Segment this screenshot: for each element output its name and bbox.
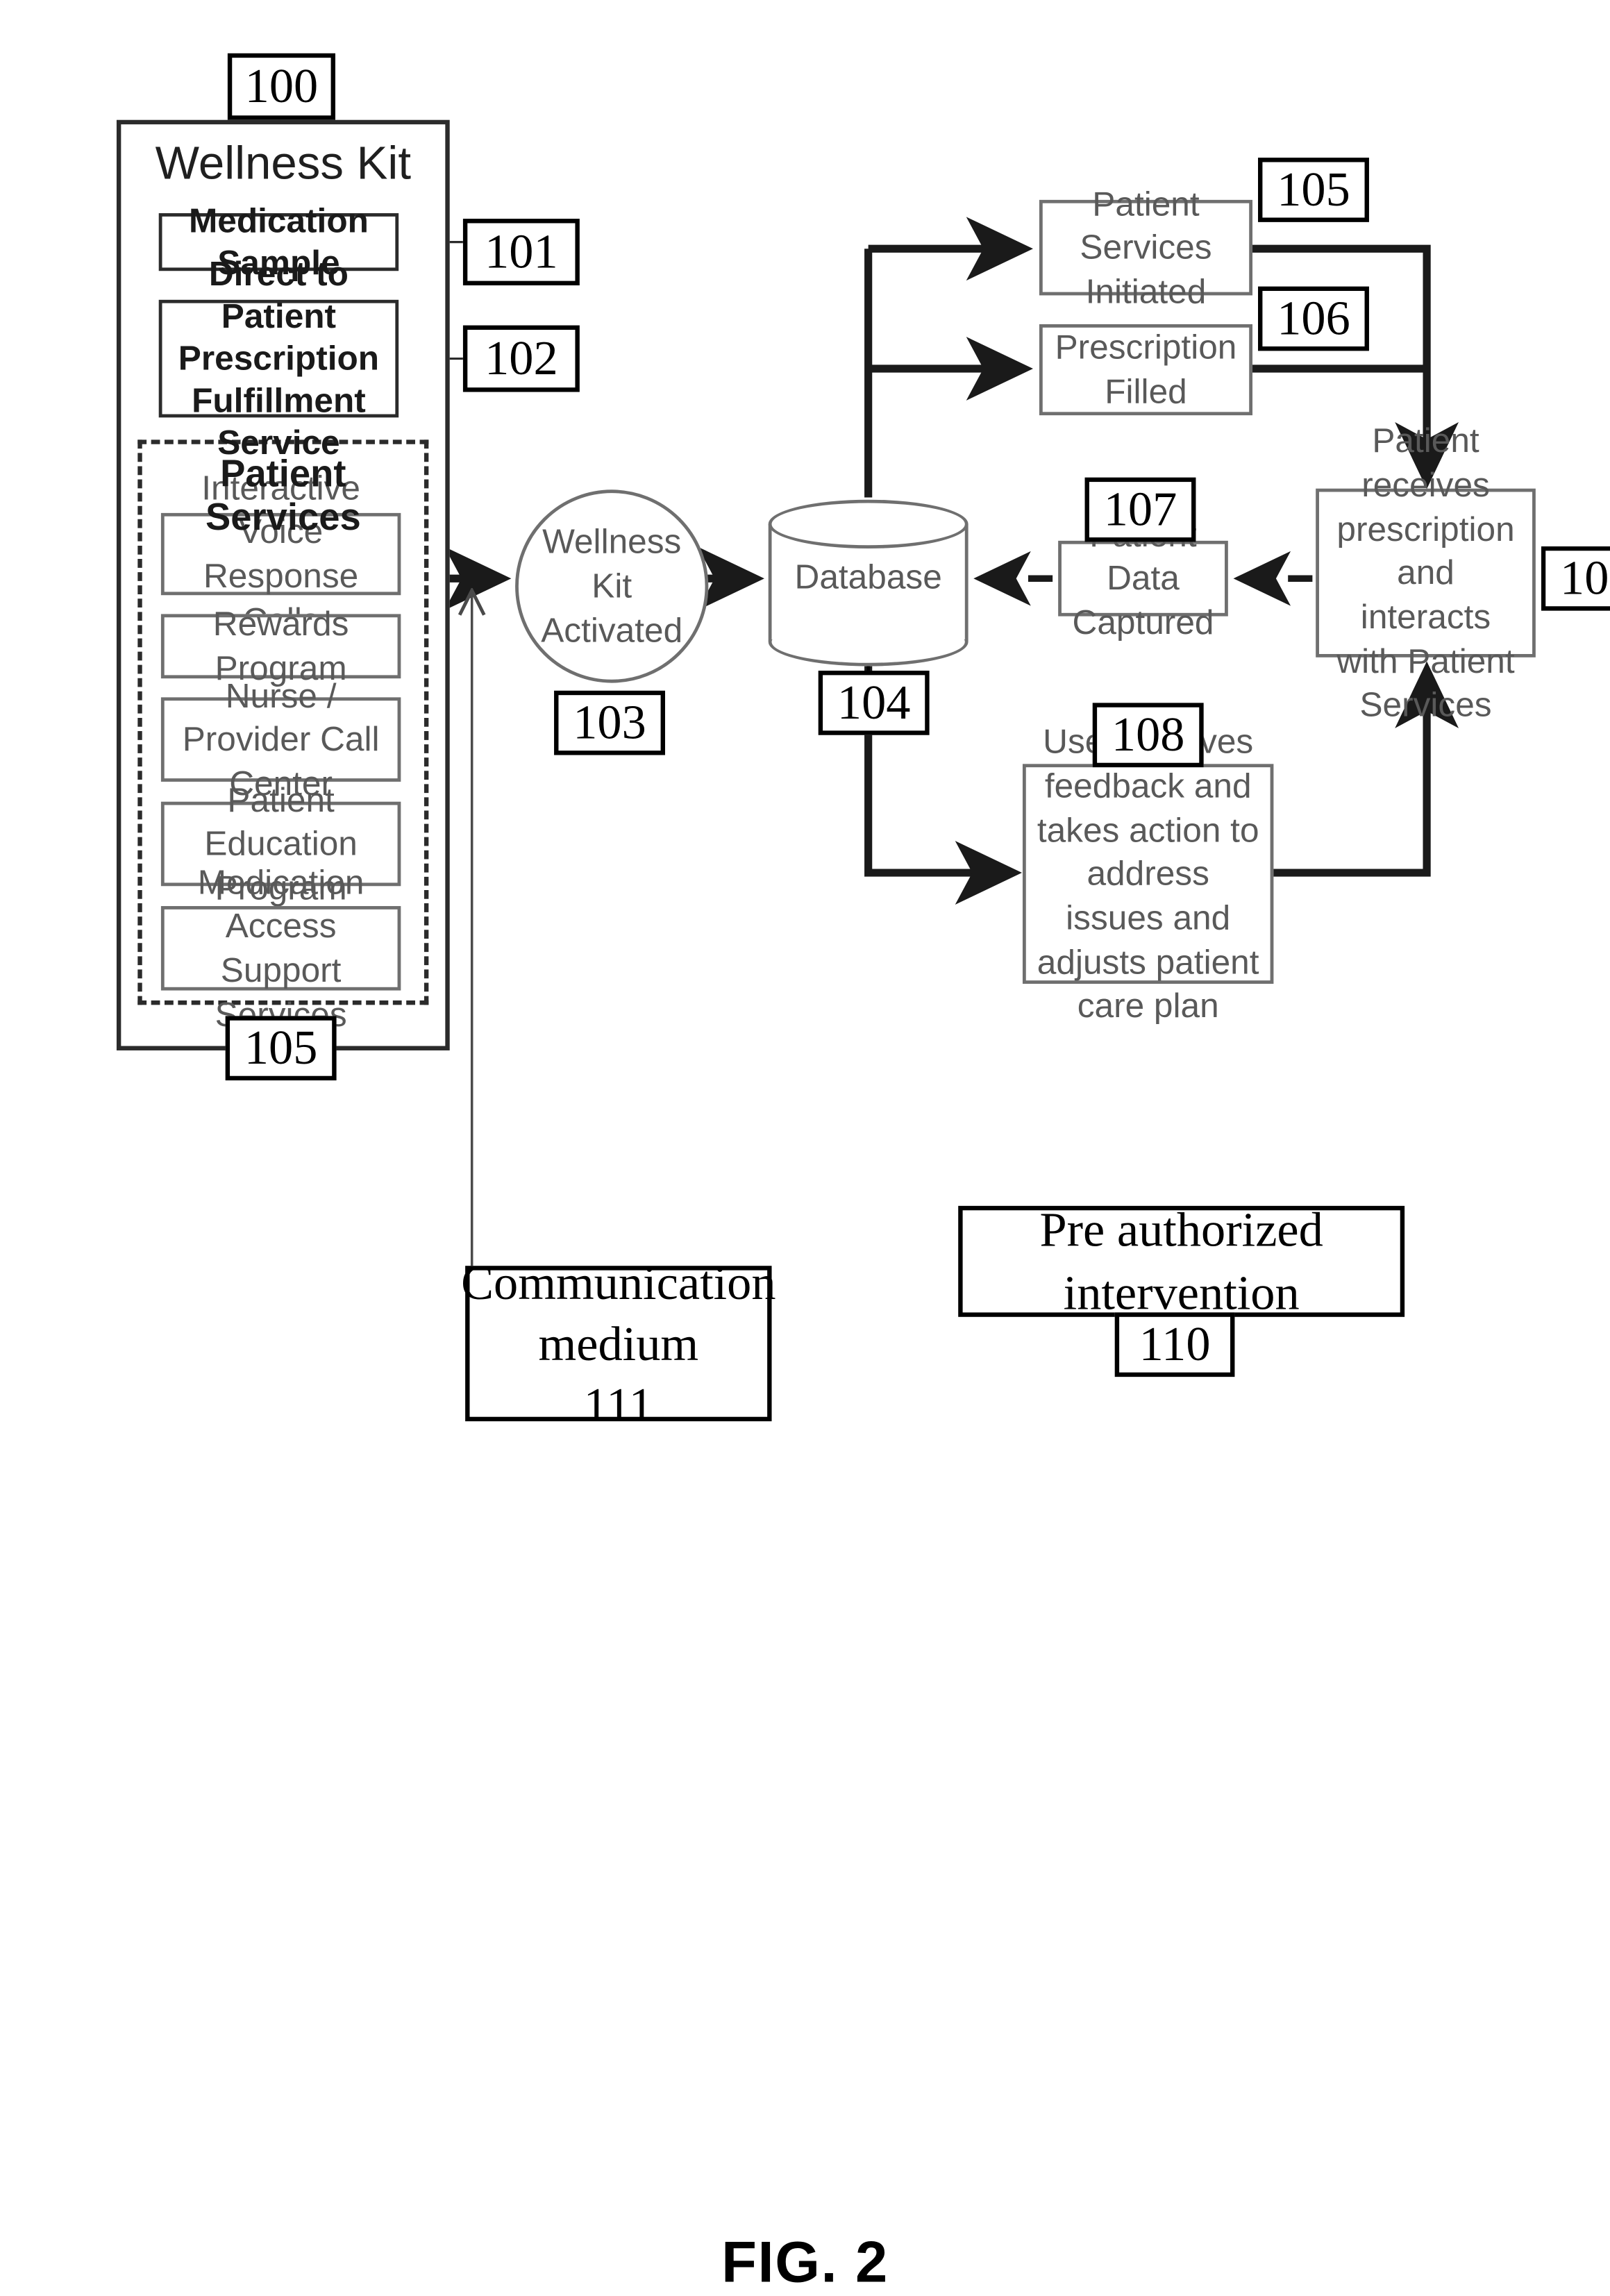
ref-label-102: 102 bbox=[462, 325, 580, 392]
ref-label-103: 103 bbox=[554, 690, 665, 755]
figure-canvas: Wellness Kit 100 Medication Sample 101 D… bbox=[0, 0, 1610, 2295]
node-database[interactable]: Database bbox=[768, 499, 968, 667]
ref-label-110: 110 bbox=[1114, 1312, 1235, 1377]
ref-label-109: 109 bbox=[1541, 546, 1610, 611]
ref-label-101: 101 bbox=[462, 219, 580, 286]
ref-label-105-kit: 105 bbox=[225, 1016, 337, 1081]
patient-service-nurse-provider-call-center[interactable]: Nurse / Provider Call Center bbox=[160, 676, 401, 803]
ref-label-107: 107 bbox=[1084, 477, 1196, 542]
ref-label-105-flow: 105 bbox=[1258, 158, 1369, 222]
node-user-receives-feedback[interactable]: User receives feedback and takes action … bbox=[1022, 722, 1274, 1025]
node-pre-authorized-intervention[interactable]: Pre authorized intervention bbox=[958, 1203, 1405, 1321]
node-wellness-kit-activated-label: Wellness Kit Activated bbox=[541, 521, 683, 650]
node-communication-medium[interactable]: Communication medium 111 bbox=[461, 1255, 775, 1432]
node-prescription-filled[interactable]: Prescription Filled bbox=[1039, 324, 1253, 416]
patient-service-medication-access-support-services[interactable]: Medication Access Support Services bbox=[160, 862, 401, 1033]
ref-label-108: 108 bbox=[1092, 703, 1204, 768]
figure-caption: FIG. 2 bbox=[721, 2231, 889, 2295]
patient-services-title: Patient Services bbox=[205, 453, 361, 539]
node-patient-services-initiated[interactable]: Patient Services Initiated bbox=[1039, 184, 1253, 311]
node-database-label: Database bbox=[794, 557, 942, 596]
patient-service-rewards-program[interactable]: Rewards Program bbox=[160, 605, 401, 687]
ref-label-104: 104 bbox=[818, 670, 930, 735]
node-patient-receives-prescription[interactable]: Patient receives prescription and intera… bbox=[1316, 421, 1536, 724]
node-wellness-kit-activated[interactable]: Wellness Kit Activated bbox=[515, 489, 709, 683]
wellness-kit-title: Wellness Kit bbox=[155, 136, 411, 189]
ref-label-111: 111 bbox=[583, 1377, 653, 1432]
database-cylinder-top bbox=[768, 499, 968, 549]
kit-item-direct-to-patient-prescription[interactable]: Direct to Patient Prescription Fulfillme… bbox=[158, 255, 399, 462]
node-patient-data-captured[interactable]: Patient Data Captured bbox=[1058, 514, 1228, 642]
node-communication-medium-label: Communication medium bbox=[461, 1255, 776, 1371]
ref-label-106: 106 bbox=[1258, 286, 1369, 351]
ref-label-100: 100 bbox=[227, 53, 335, 120]
